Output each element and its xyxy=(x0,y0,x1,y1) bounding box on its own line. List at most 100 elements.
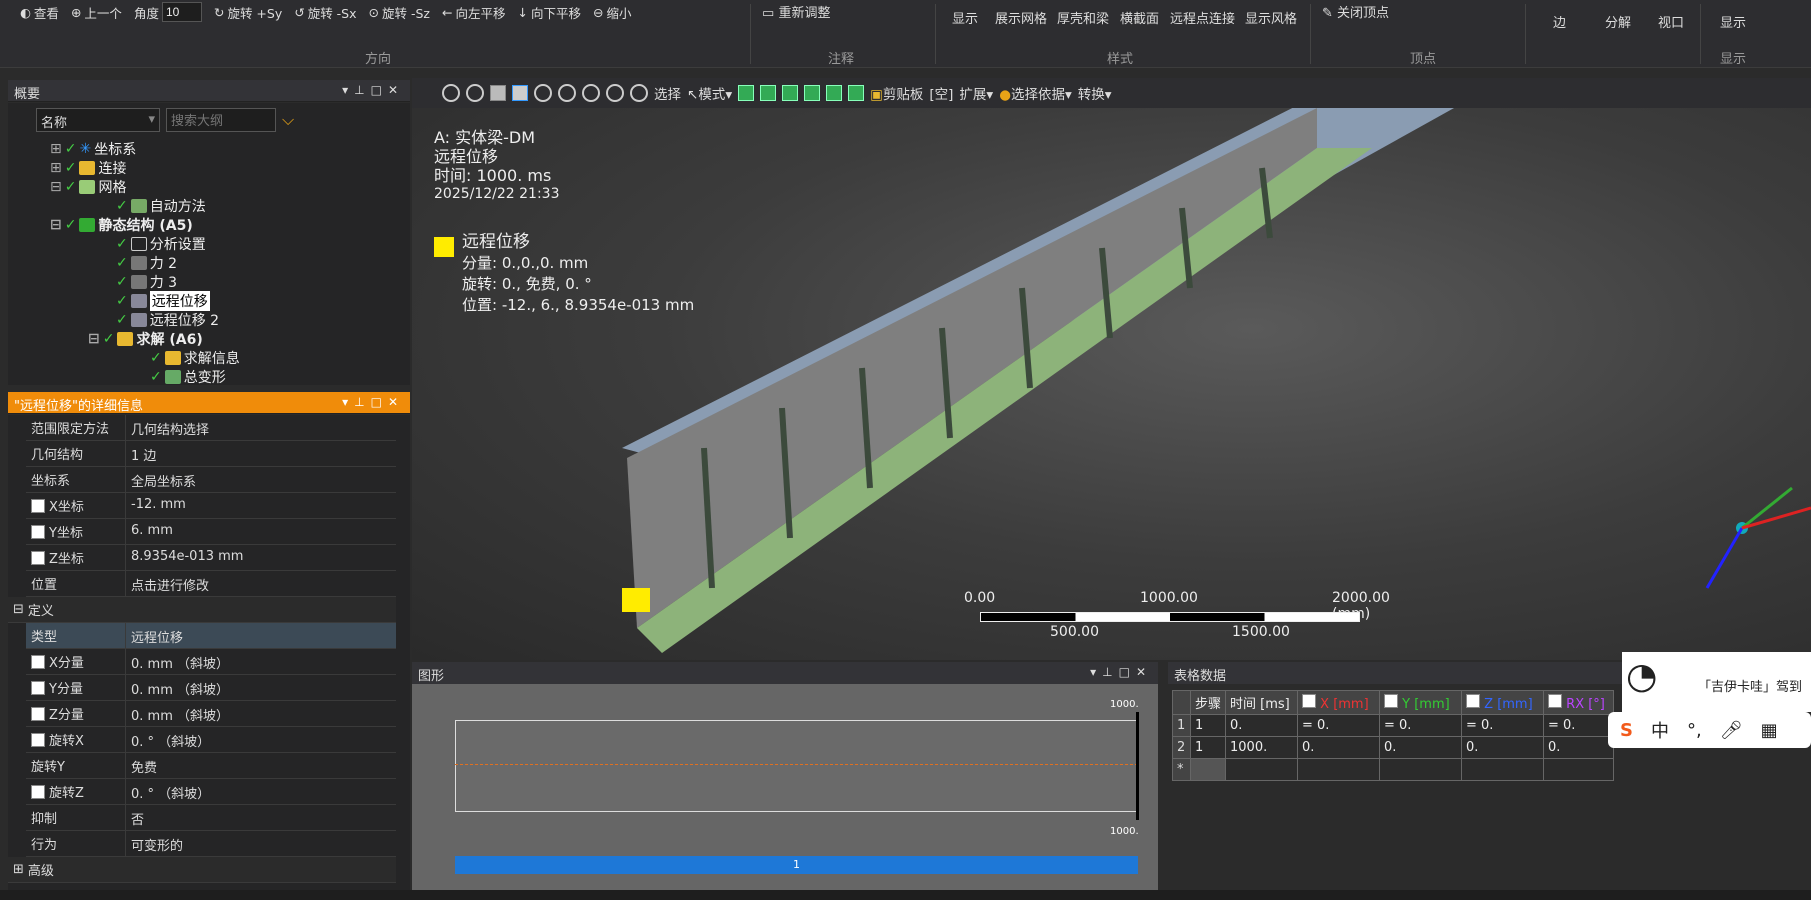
detail-row[interactable]: Z分量 0. mm （斜坡） xyxy=(26,701,396,727)
detail-row[interactable]: 旋转Y 免费 xyxy=(26,753,396,779)
sogou-icon[interactable]: S xyxy=(1620,720,1633,741)
zoom-out-icon[interactable] xyxy=(466,84,484,102)
table-cell[interactable]: 0. xyxy=(1379,736,1463,759)
detail-row[interactable]: 位置 点击进行修改 xyxy=(26,571,396,597)
table-cell[interactable]: = 0. xyxy=(1461,714,1545,737)
rotate-sx-button[interactable]: ↺ 旋转 -Sx xyxy=(294,2,356,22)
detail-row[interactable]: 抑制否 xyxy=(26,805,396,831)
table-cell[interactable]: 1 xyxy=(1189,736,1227,759)
microphone-icon[interactable]: 🎤︎ xyxy=(1720,720,1743,741)
detail-row[interactable]: X坐标 -12. mm xyxy=(26,493,396,519)
select-button[interactable]: 选择 xyxy=(654,83,681,103)
cross-section-button[interactable]: 横截面 xyxy=(1120,8,1159,27)
section-definition[interactable]: ⊟ 定义 xyxy=(8,597,396,623)
rotate-sy-button[interactable]: ↻ 旋转 +Sy xyxy=(214,2,282,22)
checkbox[interactable] xyxy=(31,680,45,695)
tree-node[interactable]: ✓ 力 3 xyxy=(116,272,177,292)
table-cell[interactable]: 1000. xyxy=(1225,736,1299,759)
zoom-box-icon[interactable] xyxy=(582,84,600,102)
view-button[interactable]: ◐ 查看 xyxy=(20,2,59,22)
select-element-icon[interactable] xyxy=(848,85,865,101)
prev-button[interactable]: ⊕ 上一个 xyxy=(71,2,122,22)
shaded-view-icon[interactable] xyxy=(512,85,528,101)
tree-node[interactable]: ⊟ ✓ 网格 xyxy=(50,177,126,197)
section-advanced[interactable]: ⊞ 高级 xyxy=(8,857,396,883)
tree-node[interactable]: ✓ 求解信息 xyxy=(150,348,240,368)
pan-left-button[interactable]: ← 向左平移 xyxy=(442,2,506,22)
checkbox[interactable] xyxy=(31,550,45,565)
zoom-fit-icon[interactable] xyxy=(606,84,624,102)
tree-node[interactable]: ⊟ ✓ 静态结构 (A5) xyxy=(50,215,193,235)
table-cell[interactable]: 0. xyxy=(1461,736,1545,759)
panel-controls[interactable]: ▾⊥□✕ xyxy=(1090,665,1152,681)
explode-button[interactable]: 分解 xyxy=(1605,12,1631,31)
checkbox[interactable] xyxy=(31,732,45,747)
col-header-x[interactable]: X [mm] xyxy=(1297,690,1381,715)
select-vertex-icon[interactable] xyxy=(738,85,755,101)
detail-row[interactable]: Z坐标 8.9354e-013 mm xyxy=(26,545,396,571)
detail-row[interactable]: Y坐标 6. mm xyxy=(26,519,396,545)
expand-button[interactable]: 扩展▾ xyxy=(959,83,993,103)
detail-row[interactable]: X分量 0. mm （斜坡） xyxy=(26,649,396,675)
show-button[interactable]: 显示 xyxy=(952,8,978,27)
show-style-button[interactable]: 显示风格 xyxy=(1245,8,1297,27)
outline-search-input[interactable] xyxy=(166,108,276,132)
clipboard-button[interactable]: ▣剪贴板 xyxy=(870,83,923,103)
zoom-prev-icon[interactable] xyxy=(630,84,648,102)
panel-controls[interactable]: ▾⊥□✕ xyxy=(342,83,404,98)
keyboard-icon[interactable]: ▦ xyxy=(1761,720,1778,741)
readjust-button[interactable]: ▭ 重新调整 xyxy=(762,2,830,21)
table-cell[interactable] xyxy=(1461,758,1545,781)
punctuation-icon[interactable]: °, xyxy=(1687,720,1702,741)
table-cell[interactable]: 0. xyxy=(1225,714,1299,737)
checkbox[interactable] xyxy=(31,706,45,721)
rotate-sz-button[interactable]: ⊙ 旋转 -Sz xyxy=(369,2,430,22)
table-cell[interactable]: = 0. xyxy=(1543,714,1615,737)
tree-node[interactable]: ✓ 远程位移 2 xyxy=(116,310,219,330)
checkbox[interactable] xyxy=(1384,693,1399,708)
detail-row[interactable]: 范围限定方法 几何结构选择 xyxy=(26,415,396,441)
collapse-icon[interactable]: ⌵ xyxy=(282,110,294,130)
checkbox[interactable] xyxy=(31,654,45,669)
solid-view-icon[interactable] xyxy=(490,85,506,101)
table-cell[interactable] xyxy=(1297,758,1381,781)
name-dropdown[interactable]: 名称 ▾ xyxy=(36,108,160,132)
show-mesh-button[interactable]: 展示网格 xyxy=(995,8,1047,27)
tree-node-selected[interactable]: ✓ 远程位移 xyxy=(116,291,210,311)
detail-row[interactable]: 行为 可变形的 xyxy=(26,831,396,857)
table-cell[interactable]: = 0. xyxy=(1379,714,1463,737)
pan-down-button[interactable]: ↓ 向下平移 xyxy=(518,2,582,22)
select-edge-icon[interactable] xyxy=(760,85,777,101)
checkbox[interactable] xyxy=(1302,693,1317,708)
thick-shell-button[interactable]: 厚壳和梁 xyxy=(1057,8,1109,27)
detail-row[interactable]: 几何结构 1 边 xyxy=(26,441,396,467)
select-by-button[interactable]: ●选择依据▾ xyxy=(999,83,1072,103)
notification-popup[interactable]: ◔ 「吉伊卡哇」驾到 xyxy=(1622,652,1811,712)
col-header-z[interactable]: Z [mm] xyxy=(1461,690,1545,715)
graphics-viewport[interactable] xyxy=(412,98,1811,660)
step-bar[interactable]: 1 xyxy=(455,856,1138,874)
viewport-button[interactable]: 视口 xyxy=(1658,12,1684,31)
close-vertex-button[interactable]: ✎ 关闭顶点 xyxy=(1322,2,1389,21)
detail-row[interactable]: Y分量 0. mm （斜坡） xyxy=(26,675,396,701)
table-cell[interactable] xyxy=(1379,758,1463,781)
checkbox[interactable] xyxy=(1466,693,1481,708)
time-marker[interactable] xyxy=(1136,712,1139,820)
edge-button[interactable]: 边 xyxy=(1553,12,1566,31)
col-header-rx[interactable]: RX [°] xyxy=(1543,690,1615,715)
table-cell[interactable]: 0. xyxy=(1543,736,1615,759)
ime-language[interactable]: 中 xyxy=(1651,717,1669,743)
panel-controls[interactable]: ▾⊥□✕ xyxy=(342,395,404,410)
detail-row[interactable]: 类型 远程位移 xyxy=(26,623,396,649)
tree-node[interactable]: ⊞ ✓ 连接 xyxy=(50,158,126,178)
tree-node[interactable]: ✓ 力 2 xyxy=(116,253,177,273)
checkbox[interactable] xyxy=(31,498,45,513)
detail-row[interactable]: 旋转Z 0. ° （斜坡） xyxy=(26,779,396,805)
table-cell[interactable]: 1 xyxy=(1189,714,1227,737)
select-node-icon[interactable] xyxy=(826,85,843,101)
ime-toolbar[interactable]: S 中 °, 🎤︎ ▦ xyxy=(1608,712,1811,748)
mode-button[interactable]: ↖模式▾ xyxy=(687,83,732,103)
table-cell[interactable]: = 0. xyxy=(1297,714,1381,737)
detail-row[interactable]: 旋转X 0. ° （斜坡） xyxy=(26,727,396,753)
table-cell[interactable] xyxy=(1189,758,1227,781)
